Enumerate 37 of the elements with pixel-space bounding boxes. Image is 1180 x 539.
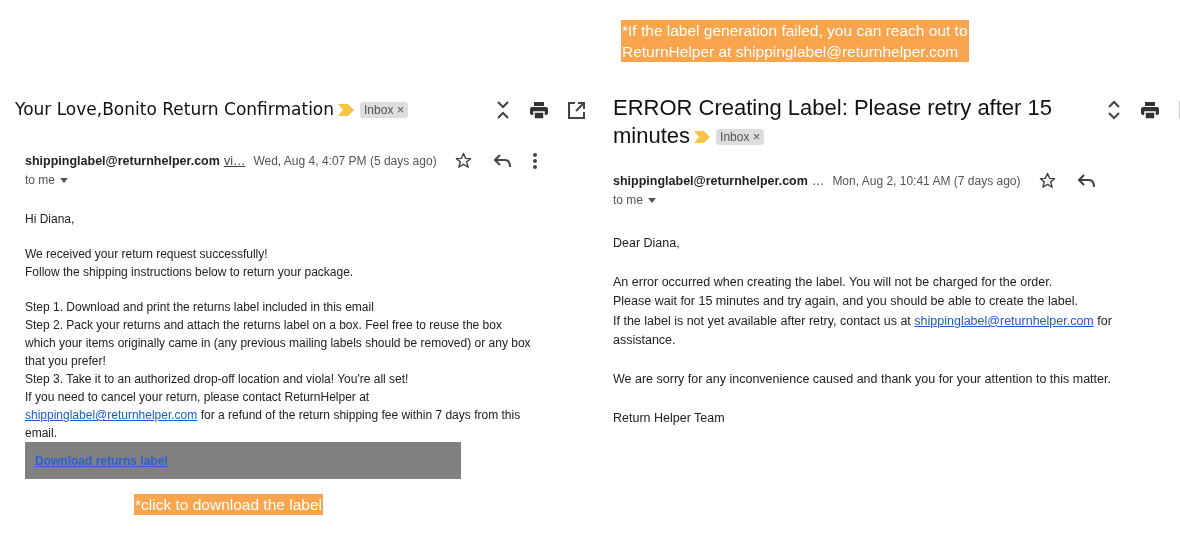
body-paragraph: An error occurred when creating the label. You will not be charged for the order. Please wait for 15 minutes and try again, and you should be able to create the label. If the label is not yet available after retry, contact us at shippinglabel@returnhelper.com for assistance. <box>613 273 1113 350</box>
message-date: Mon, Aug 2, 10:41 AM (7 days ago) <box>832 173 1021 188</box>
star-icon[interactable] <box>454 152 472 169</box>
sender-address: shippinglabel@returnhelper.com <box>613 173 808 188</box>
print-icon[interactable] <box>530 101 548 119</box>
body-paragraph: Step 1. Download and print the returns label included in this email Step 2. Pack your returns and attach the returns label on a box. Feel free to reuse the box which your items originally came in (any previous mailing labels should be removed) or any box that you prefer! Step 3. Take it to an authorized drop-off location and viola! You're all set! If you need to cancel your return, please contact ReturnHelper at shippinglabel@returnhelper.com for a refund of the return shipping fee within 7 days from this email. <box>25 299 532 442</box>
recipient-dropdown[interactable]: to me <box>25 173 68 187</box>
message-date: Wed, Aug 4, 4:07 PM (5 days ago) <box>253 153 437 168</box>
importance-marker-icon[interactable] <box>338 104 355 116</box>
open-in-new-icon[interactable] <box>568 101 585 119</box>
annotation-note: *click to download the label <box>134 494 323 515</box>
body-paragraph: Hi Diana, <box>25 211 76 228</box>
sender-via: … <box>811 173 825 188</box>
email-subject: ERROR Creating Label: Please retry after 15 minutes Inbox × <box>613 94 1052 150</box>
caret-icon[interactable] <box>60 177 68 183</box>
body-paragraph: We are sorry for any inconvenience caused and thank you for your attention to this matter. <box>613 370 1112 388</box>
collapse-icon[interactable] <box>496 100 510 120</box>
recipient-dropdown[interactable]: to me <box>613 193 656 207</box>
more-icon[interactable] <box>532 152 537 169</box>
email-link[interactable]: shippinglabel@returnhelper.com <box>914 313 1094 328</box>
email-link[interactable]: shippinglabel@returnhelper.com <box>25 408 198 422</box>
sender-via[interactable]: vi… <box>223 153 246 168</box>
body-paragraph: Dear Diana, <box>613 235 681 252</box>
importance-marker-icon[interactable] <box>694 131 711 144</box>
star-icon[interactable] <box>1038 172 1056 189</box>
email-subject: Your Love,Bonito Return Confirmation Inbox × <box>15 86 409 120</box>
reply-icon[interactable] <box>493 153 511 168</box>
print-icon[interactable] <box>1141 101 1159 119</box>
annotation-note: *If the label generation failed, you can reach out to ReturnHelper at shippinglabel@returnhelper.com <box>621 20 969 62</box>
inbox-label[interactable]: Inbox × <box>360 102 409 118</box>
inbox-label[interactable]: Inbox × <box>716 129 765 146</box>
sender-address: shippinglabel@returnhelper.com <box>25 153 220 168</box>
body-paragraph: We received your return request successfully! Follow the shipping instructions below to return your package. <box>25 246 355 281</box>
expand-icon[interactable] <box>1107 100 1121 120</box>
caret-icon[interactable] <box>648 197 656 203</box>
reply-icon[interactable] <box>1077 173 1095 188</box>
body-paragraph: Return Helper Team <box>613 409 726 427</box>
